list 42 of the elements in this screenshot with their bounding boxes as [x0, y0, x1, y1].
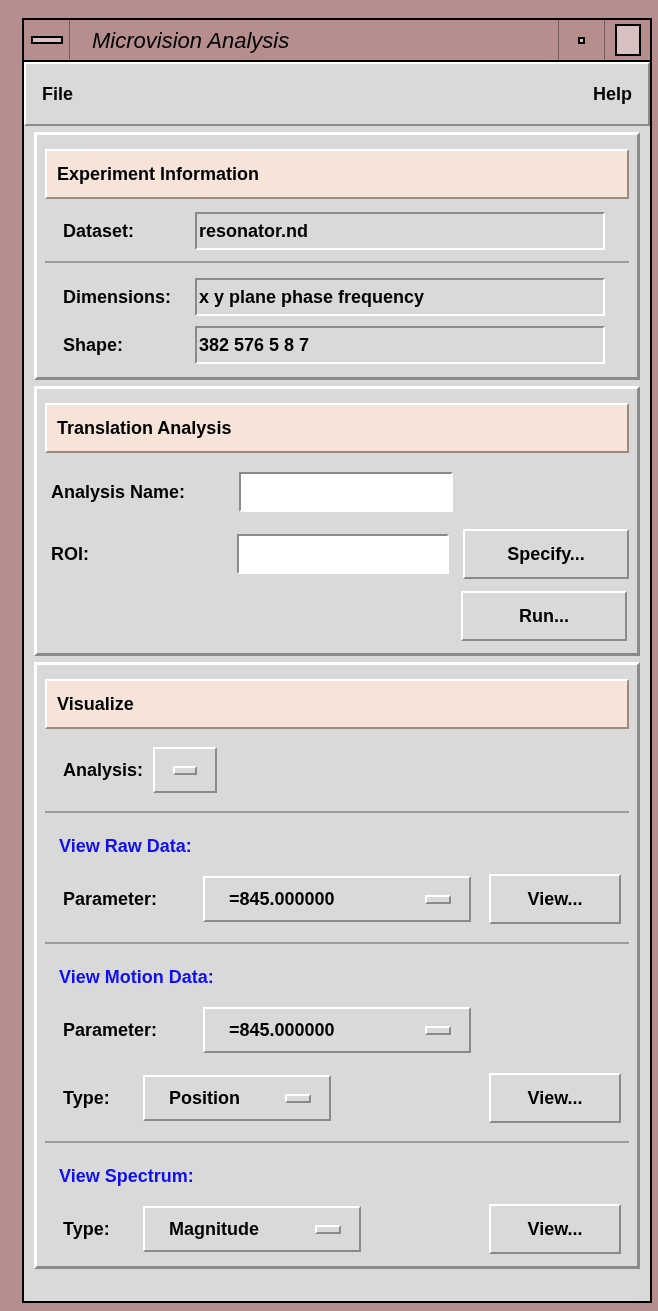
option-menu[interactable]: =845.000000: [203, 1007, 471, 1053]
push-button[interactable]: View...: [489, 1204, 621, 1254]
section-header: Translation Analysis: [45, 403, 629, 453]
window-title: Microvision Analysis: [91, 26, 291, 55]
read-only-field: resonator.nd: [195, 212, 605, 250]
option-indicator-icon: [173, 765, 198, 775]
window-menu-icon: [30, 36, 63, 44]
option-indicator-icon: [425, 1025, 451, 1035]
field-label: Parameter:: [63, 1018, 159, 1042]
field-label: Analysis:: [63, 758, 144, 782]
section-header: Visualize: [45, 679, 629, 729]
push-button[interactable]: View...: [489, 874, 621, 924]
menu-item[interactable]: Help: [593, 80, 632, 108]
option-indicator-icon: [285, 1093, 311, 1103]
field-label: Dataset:: [62, 219, 136, 243]
option-menu[interactable]: [153, 747, 218, 793]
push-button[interactable]: Run...: [461, 591, 627, 641]
read-only-field: 382 576 5 8 7: [195, 326, 605, 364]
field-label: Analysis Name:: [50, 480, 187, 504]
maximize-icon: [614, 24, 641, 56]
field-label: Parameter:: [63, 887, 159, 911]
section-heading: View Spectrum:: [58, 1166, 194, 1186]
option-menu[interactable]: Magnitude: [143, 1206, 361, 1252]
option-indicator-icon: [315, 1224, 341, 1234]
field-label: ROI:: [50, 542, 90, 566]
field-label: Shape:: [62, 333, 124, 357]
field-label: Type:: [63, 1086, 111, 1110]
option-menu[interactable]: Position: [143, 1075, 331, 1121]
section-header: Experiment Information: [45, 149, 629, 199]
option-indicator-icon: [425, 894, 451, 904]
section-heading: View Motion Data:: [58, 967, 214, 987]
read-only-field: x y plane phase frequency: [195, 278, 605, 316]
option-menu[interactable]: =845.000000: [203, 876, 471, 922]
section-heading: View Raw Data:: [58, 836, 192, 856]
text-field[interactable]: [239, 472, 453, 512]
push-button[interactable]: Specify...: [463, 529, 629, 579]
minimize-icon: [578, 36, 585, 44]
menu-item[interactable]: File: [42, 80, 73, 108]
text-field[interactable]: [237, 534, 449, 574]
field-label: Dimensions:: [62, 285, 173, 309]
push-button[interactable]: View...: [489, 1073, 621, 1123]
field-label: Type:: [63, 1217, 111, 1241]
